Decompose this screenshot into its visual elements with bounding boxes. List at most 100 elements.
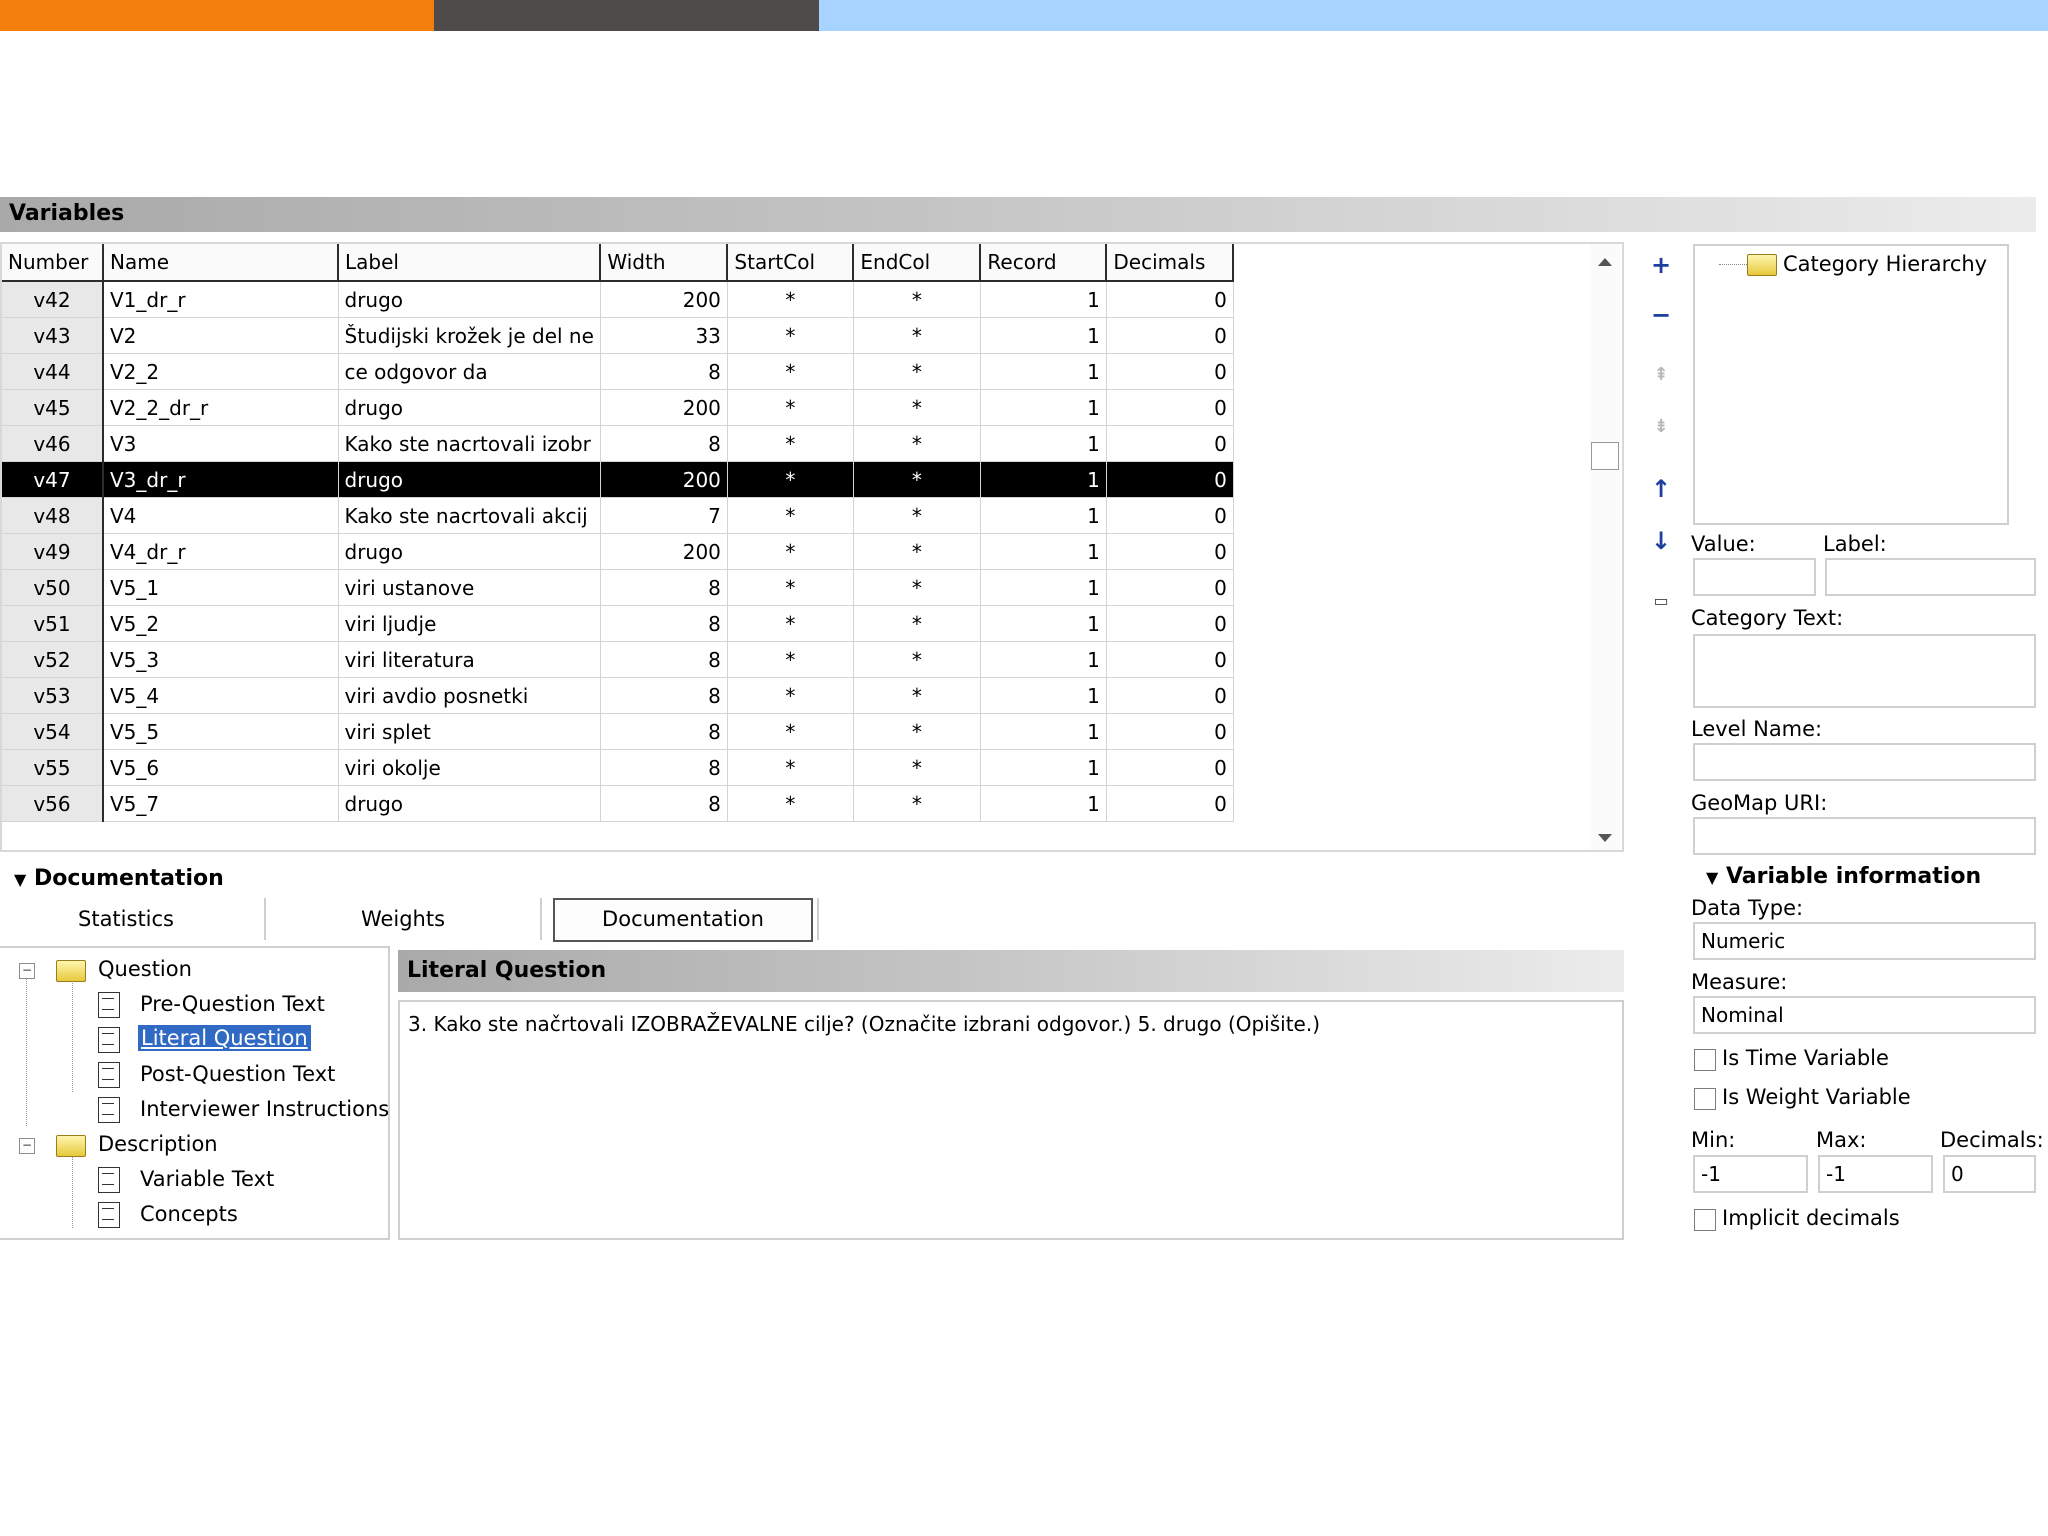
tab-documentation[interactable]: Documentation: [553, 898, 813, 942]
cell-endcol[interactable]: *: [853, 569, 981, 606]
cell-label[interactable]: ce odgovor da: [338, 353, 601, 390]
cell-number[interactable]: v44: [2, 353, 104, 390]
cell-endcol[interactable]: *: [853, 281, 981, 318]
cell-label[interactable]: drugo: [338, 389, 601, 426]
cell-number[interactable]: v47: [2, 461, 104, 498]
cell-endcol[interactable]: *: [853, 389, 981, 426]
move-down-icon[interactable]: ↓: [1648, 528, 1674, 554]
cell-number[interactable]: v42: [2, 281, 104, 318]
cell-decimals[interactable]: 0: [1106, 533, 1234, 570]
cell-decimals[interactable]: 0: [1106, 605, 1234, 642]
scroll-down-arrow-icon[interactable]: [1598, 834, 1612, 842]
cell-startcol[interactable]: *: [727, 497, 854, 534]
cell-endcol[interactable]: *: [853, 425, 981, 462]
cell-record[interactable]: 1: [980, 749, 1107, 786]
table-row[interactable]: v46 V3 Kako ste nacrtovali izobr 8 * * 1 0: [2, 425, 1234, 462]
cell-startcol[interactable]: *: [727, 533, 854, 570]
table-row[interactable]: v43 V2 Študijski krožek je del ne 33 * * 1 0: [2, 317, 1234, 354]
cell-number[interactable]: v56: [2, 785, 104, 822]
tab-weights[interactable]: Weights: [300, 898, 506, 940]
cell-endcol[interactable]: *: [853, 461, 981, 498]
cell-number[interactable]: v52: [2, 641, 104, 678]
cell-decimals[interactable]: 0: [1106, 461, 1234, 498]
cell-endcol[interactable]: *: [853, 317, 981, 354]
remove-category-icon[interactable]: −: [1648, 302, 1674, 328]
cell-startcol[interactable]: *: [727, 677, 854, 714]
table-row[interactable]: v50 V5_1 viri ustanove 8 * * 1 0: [2, 569, 1234, 606]
col-header-endcol[interactable]: EndCol: [853, 244, 982, 282]
cell-label[interactable]: viri okolje: [338, 749, 601, 786]
cell-decimals[interactable]: 0: [1106, 641, 1234, 678]
is-time-variable-checkbox[interactable]: [1694, 1049, 1716, 1071]
table-row[interactable]: v54 V5_5 viri splet 8 * * 1 0: [2, 713, 1234, 750]
cell-record[interactable]: 1: [980, 533, 1107, 570]
cell-width[interactable]: 8: [600, 569, 728, 606]
cell-endcol[interactable]: *: [853, 749, 981, 786]
cell-name[interactable]: V5_4: [103, 677, 339, 714]
cell-number[interactable]: v51: [2, 605, 104, 642]
cell-label[interactable]: viri avdio posnetki: [338, 677, 601, 714]
table-row[interactable]: v49 V4_dr_r drugo 200 * * 1 0: [2, 533, 1234, 570]
category-hierarchy-tree[interactable]: Category Hierarchy: [1693, 244, 2009, 525]
data-type-select[interactable]: Numeric: [1693, 922, 2036, 960]
cell-width[interactable]: 8: [600, 749, 728, 786]
cell-number[interactable]: v53: [2, 677, 104, 714]
col-header-record[interactable]: Record: [980, 244, 1108, 282]
table-row[interactable]: v52 V5_3 viri literatura 8 * * 1 0: [2, 641, 1234, 678]
cell-name[interactable]: V2_2: [103, 353, 339, 390]
implicit-decimals-checkbox[interactable]: [1694, 1209, 1716, 1231]
cell-record[interactable]: 1: [980, 641, 1107, 678]
table-row[interactable]: v44 V2_2 ce odgovor da 8 * * 1 0: [2, 353, 1234, 390]
cell-record[interactable]: 1: [980, 389, 1107, 426]
cell-startcol[interactable]: *: [727, 569, 854, 606]
table-row[interactable]: v45 V2_2_dr_r drugo 200 * * 1 0: [2, 389, 1234, 426]
cell-name[interactable]: V3_dr_r: [103, 461, 339, 498]
cell-name[interactable]: V4_dr_r: [103, 533, 339, 570]
cell-width[interactable]: 200: [600, 389, 728, 426]
collapse-description-icon[interactable]: −: [19, 1138, 35, 1154]
cell-decimals[interactable]: 0: [1106, 317, 1234, 354]
cell-name[interactable]: V5_5: [103, 713, 339, 750]
measure-select[interactable]: Nominal: [1693, 996, 2036, 1034]
cell-width[interactable]: 8: [600, 713, 728, 750]
cell-startcol[interactable]: *: [727, 641, 854, 678]
cell-startcol[interactable]: *: [727, 317, 854, 354]
cell-decimals[interactable]: 0: [1106, 569, 1234, 606]
table-row[interactable]: v53 V5_4 viri avdio posnetki 8 * * 1 0: [2, 677, 1234, 714]
cell-record[interactable]: 1: [980, 425, 1107, 462]
move-bottom-icon[interactable]: ⇟: [1648, 414, 1674, 440]
cell-startcol[interactable]: *: [727, 281, 854, 318]
cell-name[interactable]: V2_2_dr_r: [103, 389, 339, 426]
table-scrollbar[interactable]: [1590, 244, 1620, 850]
cell-startcol[interactable]: *: [727, 425, 854, 462]
table-row[interactable]: v55 V5_6 viri okolje 8 * * 1 0: [2, 749, 1234, 786]
level-name-field[interactable]: [1693, 743, 2036, 781]
cell-name[interactable]: V5_6: [103, 749, 339, 786]
decimals-field[interactable]: 0: [1943, 1155, 2036, 1193]
cell-decimals[interactable]: 0: [1106, 281, 1234, 318]
move-top-icon[interactable]: ⇞: [1648, 362, 1674, 388]
cell-record[interactable]: 1: [980, 785, 1107, 822]
collapse-question-icon[interactable]: −: [19, 963, 35, 979]
col-header-width[interactable]: Width: [600, 244, 729, 282]
cell-record[interactable]: 1: [980, 605, 1107, 642]
cell-startcol[interactable]: *: [727, 461, 854, 498]
cell-record[interactable]: 1: [980, 281, 1107, 318]
cell-decimals[interactable]: 0: [1106, 749, 1234, 786]
tree-literal-question[interactable]: Literal Question: [138, 1025, 311, 1051]
cell-name[interactable]: V5_7: [103, 785, 339, 822]
tab-statistics[interactable]: Statistics: [20, 898, 232, 940]
cell-endcol[interactable]: *: [853, 785, 981, 822]
cell-startcol[interactable]: *: [727, 749, 854, 786]
tree-description[interactable]: Description: [98, 1132, 218, 1156]
cell-label[interactable]: viri ustanove: [338, 569, 601, 606]
tree-post-question-text[interactable]: Post-Question Text: [140, 1062, 335, 1086]
cell-width[interactable]: 200: [600, 281, 728, 318]
tree-pre-question-text[interactable]: Pre-Question Text: [140, 992, 325, 1016]
cell-label[interactable]: Kako ste nacrtovali akcij: [338, 497, 601, 534]
table-row[interactable]: v51 V5_2 viri ljudje 8 * * 1 0: [2, 605, 1234, 642]
cell-number[interactable]: v43: [2, 317, 104, 354]
cell-record[interactable]: 1: [980, 569, 1107, 606]
cell-label[interactable]: drugo: [338, 281, 601, 318]
cell-width[interactable]: 8: [600, 353, 728, 390]
